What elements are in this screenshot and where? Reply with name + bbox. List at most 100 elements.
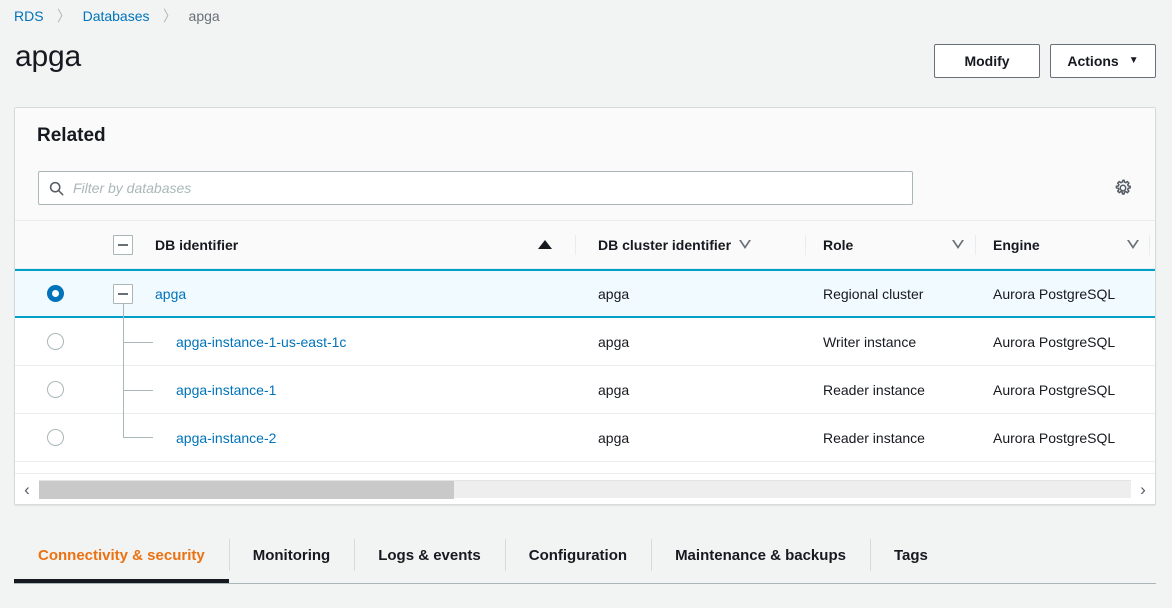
row-db-identifier-cell: apga: [155, 271, 570, 316]
related-panel-header: Related: [15, 108, 1155, 221]
column-header-db-identifier[interactable]: DB identifier: [155, 221, 570, 268]
column-divider: [975, 235, 976, 255]
row-engine-cell: Aurora PostgreSQL: [983, 366, 1158, 413]
header-select-cell: [15, 221, 95, 268]
detail-tabs: Connectivity & security Monitoring Logs …: [14, 528, 1156, 584]
row-role-cell: Writer instance: [813, 318, 983, 365]
filter-search-box[interactable]: [38, 171, 913, 205]
row-tree-cell: [95, 366, 155, 413]
modify-button[interactable]: Modify: [934, 44, 1040, 78]
row-role-cell: Regional cluster: [813, 271, 983, 316]
db-identifier-link[interactable]: apga: [155, 286, 186, 302]
row-tree-cell: [95, 414, 155, 461]
column-header-engine-label: Engine: [993, 237, 1040, 253]
scroll-right-arrow-icon[interactable]: ›: [1131, 481, 1155, 498]
db-identifier-link[interactable]: apga-instance-1: [155, 382, 276, 398]
sort-chevron-down-icon: [1127, 240, 1140, 249]
column-header-db-identifier-label: DB identifier: [155, 237, 238, 253]
search-icon: [49, 181, 64, 196]
column-divider: [805, 235, 806, 255]
tab-label: Configuration: [529, 547, 627, 564]
horizontal-scrollbar[interactable]: ‹ ›: [15, 473, 1155, 504]
related-title: Related: [37, 125, 106, 147]
column-header-engine[interactable]: Engine: [983, 221, 1158, 268]
row-role-cell: Reader instance: [813, 414, 983, 461]
scrollbar-track[interactable]: [39, 480, 1131, 498]
filter-search-input[interactable]: [73, 172, 912, 204]
gear-icon[interactable]: [1113, 178, 1133, 198]
actions-dropdown-button[interactable]: Actions ▼: [1050, 44, 1156, 78]
chevron-down-icon: ▼: [1129, 56, 1139, 66]
tab-logs-and-events[interactable]: Logs & events: [354, 528, 505, 582]
breadcrumb-separator-icon: 〉: [57, 9, 70, 24]
breadcrumb-item-current: apga: [189, 8, 220, 24]
header-expander-cell: [95, 221, 155, 268]
row-engine-cell: Aurora PostgreSQL: [983, 271, 1158, 316]
row-radio-cell: [15, 271, 95, 316]
row-tree-cell: [95, 318, 155, 365]
column-header-role-label: Role: [823, 237, 853, 253]
row-select-radio[interactable]: [47, 381, 64, 398]
tab-tags[interactable]: Tags: [870, 528, 952, 582]
tree-branch: [123, 342, 153, 343]
sort-chevron-down-icon: [739, 240, 752, 249]
tab-label: Monitoring: [253, 547, 330, 564]
page-header: apga Modify Actions ▼: [0, 36, 1172, 94]
header-actions: Modify Actions ▼: [934, 44, 1156, 78]
tab-label: Connectivity & security: [38, 547, 205, 564]
breadcrumb: RDS 〉 Databases 〉 apga: [14, 5, 220, 27]
breadcrumb-separator-icon: 〉: [163, 9, 176, 24]
row-select-radio[interactable]: [47, 429, 64, 446]
column-divider: [1149, 235, 1150, 255]
table-row[interactable]: apga-instance-1 apga Reader instance Aur…: [15, 366, 1155, 414]
collapse-all-icon[interactable]: [113, 235, 133, 255]
table-header-row: DB identifier DB cluster identifier Role: [15, 221, 1155, 269]
tab-label: Maintenance & backups: [675, 547, 846, 564]
row-db-cluster-identifier-cell: apga: [583, 366, 813, 413]
row-db-identifier-cell: apga-instance-1-us-east-1c: [155, 318, 570, 365]
tree-branch-last: [123, 414, 153, 438]
related-databases-table: DB identifier DB cluster identifier Role: [15, 221, 1155, 504]
db-identifier-link[interactable]: apga-instance-2: [155, 430, 276, 446]
row-db-identifier-cell: apga-instance-2: [155, 414, 570, 461]
breadcrumb-item-rds[interactable]: RDS: [14, 8, 44, 24]
actions-button-label: Actions: [1067, 54, 1118, 68]
row-select-radio[interactable]: [47, 285, 64, 302]
row-select-radio[interactable]: [47, 333, 64, 350]
row-expander-cell: [95, 271, 155, 316]
table-row[interactable]: apga-instance-2 apga Reader instance Aur…: [15, 414, 1155, 462]
row-collapse-icon[interactable]: [113, 284, 133, 304]
tab-monitoring[interactable]: Monitoring: [229, 528, 354, 582]
tab-configuration[interactable]: Configuration: [505, 528, 651, 582]
row-db-cluster-identifier-cell: apga: [583, 318, 813, 365]
tab-connectivity-and-security[interactable]: Connectivity & security: [14, 528, 229, 582]
row-db-cluster-identifier-cell: apga: [583, 271, 813, 316]
tab-maintenance-and-backups[interactable]: Maintenance & backups: [651, 528, 870, 582]
page-title: apga: [15, 36, 81, 78]
row-engine-cell: Aurora PostgreSQL: [983, 414, 1158, 461]
db-identifier-link[interactable]: apga-instance-1-us-east-1c: [155, 334, 346, 350]
column-header-role[interactable]: Role: [813, 221, 983, 268]
column-header-db-cluster-identifier[interactable]: DB cluster identifier: [583, 221, 813, 268]
related-panel: Related DB identi: [14, 107, 1156, 505]
sort-ascending-icon[interactable]: [523, 221, 567, 268]
filter-search-wrapper: [38, 171, 913, 205]
tab-label: Logs & events: [378, 547, 481, 564]
sort-chevron-down-icon: [952, 240, 965, 249]
table-row[interactable]: apga-instance-1-us-east-1c apga Writer i…: [15, 318, 1155, 366]
table-row[interactable]: apga apga Regional cluster Aurora Postgr…: [15, 269, 1155, 318]
row-role-cell: Reader instance: [813, 366, 983, 413]
row-db-identifier-cell: apga-instance-1: [155, 366, 570, 413]
breadcrumb-item-databases[interactable]: Databases: [83, 8, 150, 24]
row-engine-cell: Aurora PostgreSQL: [983, 318, 1158, 365]
tab-label: Tags: [894, 547, 928, 564]
row-db-cluster-identifier-cell: apga: [583, 414, 813, 461]
row-radio-cell: [15, 318, 95, 365]
row-radio-cell: [15, 414, 95, 461]
column-divider: [575, 235, 576, 255]
tree-branch: [123, 390, 153, 391]
row-radio-cell: [15, 366, 95, 413]
scrollbar-thumb[interactable]: [39, 481, 454, 499]
scroll-left-arrow-icon[interactable]: ‹: [15, 481, 39, 498]
modify-button-label: Modify: [964, 54, 1009, 68]
